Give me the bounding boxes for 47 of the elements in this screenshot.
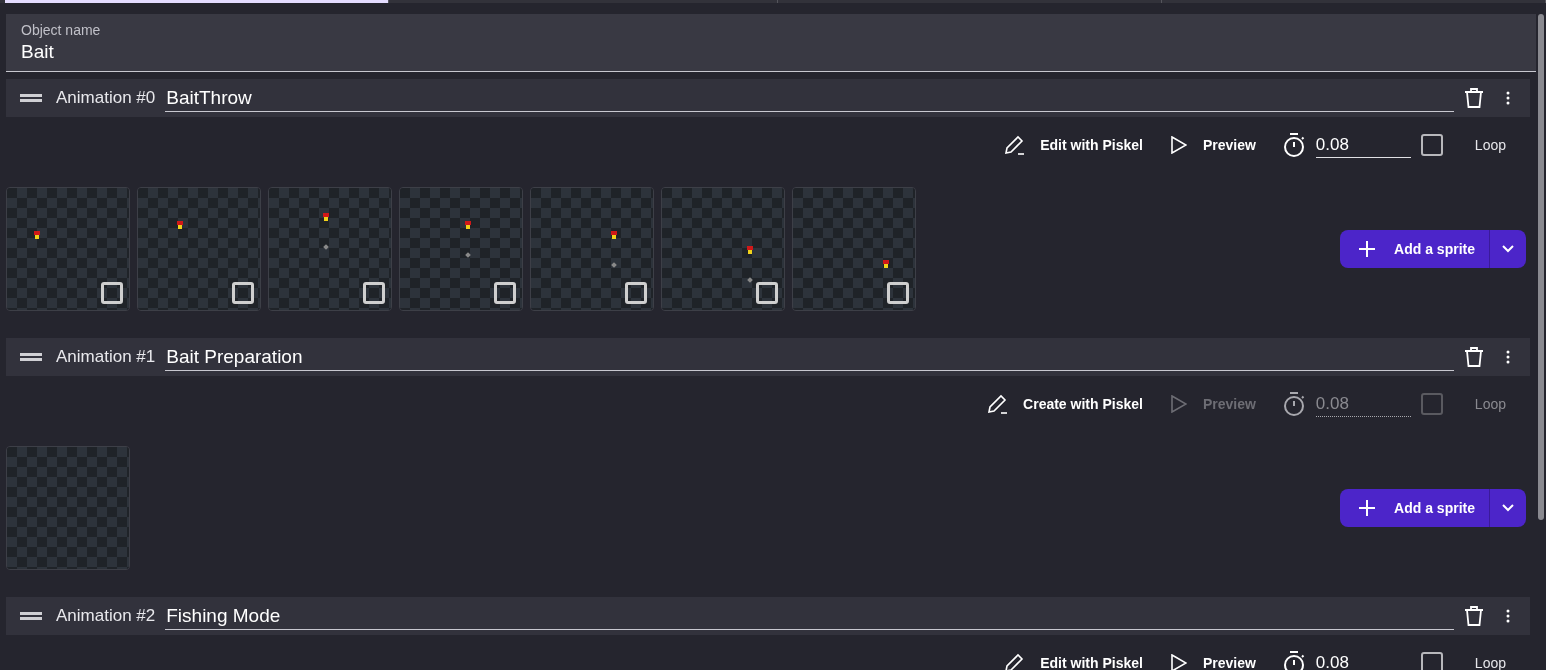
frame-checkbox[interactable] [887,282,909,304]
frame-checkbox[interactable] [101,282,123,304]
trash-icon[interactable] [1464,87,1484,109]
add-sprite-main-button[interactable]: Add a sprite [1340,230,1489,268]
animation-label: Animation #2 [56,605,156,628]
loop-label: Loop [1474,394,1506,414]
animation-label: Animation #0 [56,87,156,110]
drag-handle-icon[interactable] [20,612,42,620]
trash-icon[interactable] [1464,605,1484,627]
drag-handle-icon[interactable] [20,353,42,361]
play-icon [1170,654,1187,670]
preview-button[interactable]: Preview [1170,134,1256,156]
trash-icon[interactable] [1464,346,1484,368]
frame-checkbox[interactable] [232,282,254,304]
preview-button[interactable]: Preview [1170,652,1256,670]
pencil-icon [1004,134,1027,156]
loop-checkbox[interactable] [1420,134,1443,156]
chevron-down-icon [1502,245,1514,253]
chevron-down-icon [1502,504,1514,512]
object-name-field[interactable]: Object name Bait [6,14,1536,72]
plus-icon [1358,499,1377,517]
timer-icon [1281,650,1306,670]
frame-checkbox[interactable] [363,282,385,304]
loop-label: Loop [1474,135,1506,155]
frame-checkbox[interactable] [625,282,647,304]
plus-icon [1358,240,1377,258]
play-icon [1170,395,1187,413]
timer-icon [1281,391,1306,417]
loop-checkbox[interactable] [1420,652,1443,670]
edit-with-piskel-button[interactable]: Edit with Piskel [1004,134,1143,156]
more-icon[interactable] [1506,91,1510,105]
loop-label: Loop [1474,653,1506,670]
duration-field[interactable]: 0.08 [1315,132,1411,158]
drag-handle-icon[interactable] [20,94,42,102]
pencil-icon [987,393,1010,415]
more-icon[interactable] [1506,609,1510,623]
animation-name-field[interactable]: Fishing Mode [165,602,1454,630]
duration-field[interactable]: 0.08 [1315,650,1411,670]
scrollbar[interactable] [1538,14,1544,520]
frame-checkbox[interactable] [494,282,516,304]
timer-icon [1281,132,1306,158]
edit-with-piskel-button[interactable]: Edit with Piskel [1004,652,1143,670]
animation-label: Animation #1 [56,346,156,369]
frame-checkbox[interactable] [756,282,778,304]
animation-name-field[interactable]: BaitThrow [165,84,1454,112]
play-icon [1170,136,1187,154]
more-icon[interactable] [1506,350,1510,364]
